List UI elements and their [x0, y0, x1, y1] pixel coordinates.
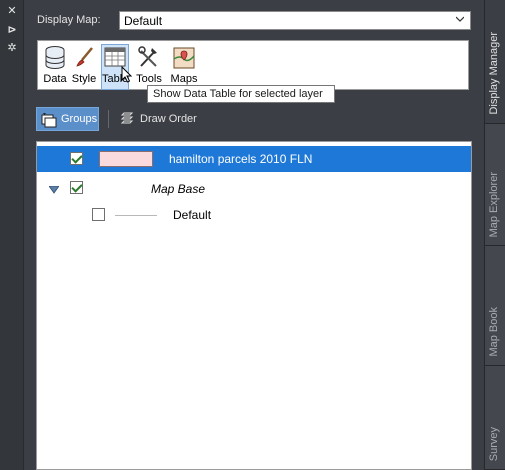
draw-order-button[interactable]: Draw Order: [117, 107, 213, 131]
tab-label: Map Explorer: [488, 171, 500, 237]
layer-tree: hamilton parcels 2010 FLN Map Base Defau…: [36, 141, 472, 470]
map-icon: [173, 47, 195, 69]
layer-style-swatch: [115, 215, 157, 216]
display-map-value: Default: [124, 14, 163, 28]
display-map-dropdown[interactable]: Default: [119, 11, 471, 30]
chevron-down-icon: [456, 16, 464, 22]
layer-visibility-checkbox[interactable]: [70, 152, 83, 165]
display-map-label: Display Map:: [37, 14, 101, 26]
group-visibility-checkbox[interactable]: [70, 181, 83, 194]
layer-label: hamilton parcels 2010 FLN: [169, 152, 313, 166]
pin-icon[interactable]: ⊳: [5, 24, 19, 36]
style-tool-button[interactable]: Style: [70, 45, 98, 89]
tab-display-manager[interactable]: Display Manager: [485, 0, 505, 124]
mouse-pointer-icon: [121, 66, 133, 83]
tools-icon: [138, 46, 157, 67]
display-map-row: Display Map: Default: [37, 11, 473, 30]
maps-tool-label: Maps: [170, 73, 198, 85]
layer-visibility-checkbox[interactable]: [92, 208, 105, 221]
groups-button[interactable]: Groups: [36, 107, 99, 131]
settings-icon[interactable]: ✲: [5, 42, 19, 54]
tab-map-book[interactable]: Map Book: [485, 246, 505, 366]
groups-label: Groups: [61, 113, 98, 125]
database-icon: [45, 46, 65, 69]
palette-tab-strip: Display Manager Map Explorer Map Book Su…: [484, 0, 505, 470]
draw-order-icon: [120, 112, 134, 124]
draw-order-label: Draw Order: [140, 113, 197, 125]
brush-icon: [76, 47, 93, 67]
palette-title-strip: ✕ ⊳ ✲: [0, 0, 24, 470]
layer-style-swatch: [99, 151, 153, 167]
maps-tool-button[interactable]: Maps: [168, 45, 200, 89]
data-tool-button[interactable]: Data: [42, 45, 68, 89]
group-label: Map Base: [151, 182, 206, 196]
tab-label: Survey: [488, 426, 500, 461]
layer-row-hamilton-parcels[interactable]: hamilton parcels 2010 FLN: [37, 146, 471, 172]
style-tool-label: Style: [71, 73, 97, 85]
expand-triangle-icon[interactable]: [49, 186, 59, 194]
display-manager-panel: Display Map: Default Data Style Table To…: [25, 0, 483, 470]
groups-icon: [41, 113, 57, 128]
toolbar-divider: [108, 110, 109, 128]
tab-survey[interactable]: Survey: [485, 366, 505, 470]
group-row-map-base[interactable]: Map Base: [37, 176, 471, 202]
layer-label: Default: [173, 208, 212, 222]
view-mode-row: Groups Draw Order: [36, 107, 476, 131]
tab-map-explorer[interactable]: Map Explorer: [485, 124, 505, 246]
tools-tool-label: Tools: [136, 73, 162, 85]
tools-tool-button[interactable]: Tools: [134, 45, 164, 89]
tab-label: Display Manager: [488, 32, 500, 115]
tab-label: Map Book: [488, 307, 500, 357]
tool-ribbon: Data Style Table Tools Maps: [37, 40, 469, 90]
close-icon[interactable]: ✕: [5, 5, 19, 17]
tooltip: Show Data Table for selected layer: [147, 85, 335, 103]
layer-row-default[interactable]: Default: [37, 202, 471, 228]
data-tool-label: Data: [43, 73, 67, 85]
